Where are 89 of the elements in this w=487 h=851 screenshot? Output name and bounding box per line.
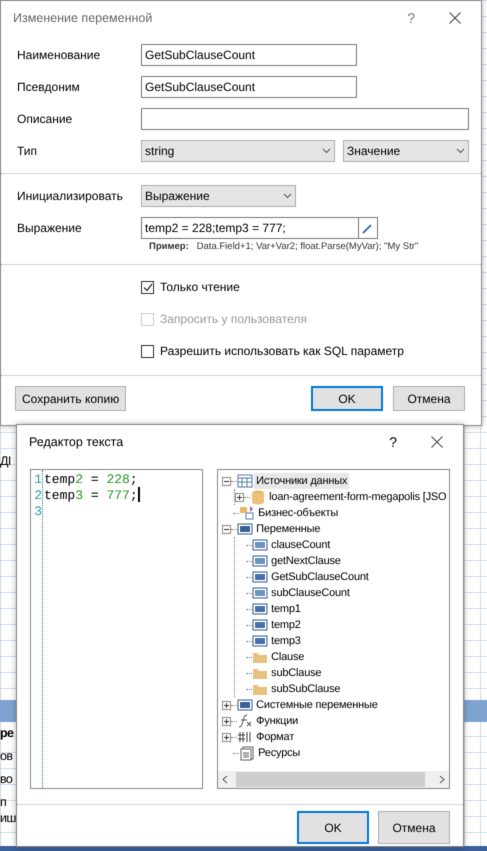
- checkbox-label: Разрешить использовать как SQL параметр: [160, 343, 404, 360]
- field-label: Тип: [17, 143, 38, 160]
- variable-icon: [237, 521, 254, 537]
- tree-item[interactable]: temp1: [269, 601, 303, 617]
- line-number: 3: [33, 503, 42, 518]
- expander-icon[interactable]: [222, 732, 232, 742]
- document-text: иш: [0, 812, 16, 824]
- field-label: Инициализировать: [17, 188, 124, 205]
- dropdown[interactable]: Значение: [343, 140, 469, 162]
- expander-icon[interactable]: [222, 700, 232, 710]
- checkbox-label: Только чтение: [160, 279, 240, 296]
- edit-button[interactable]: [359, 217, 378, 239]
- checkbox-label: Запросить у пользователя: [160, 311, 307, 328]
- tree-item[interactable]: Источники данных: [254, 473, 350, 489]
- help-button[interactable]: ?: [389, 432, 397, 452]
- tree-item[interactable]: Системные переменные: [254, 697, 380, 713]
- expander-icon[interactable]: [222, 716, 232, 726]
- tree-item[interactable]: subSubClause: [269, 681, 342, 697]
- objects-icon: [239, 505, 256, 521]
- tree-item[interactable]: loan-agreement-form-megapolis [JSO: [267, 489, 448, 505]
- hash-icon: [237, 729, 254, 745]
- tree-item[interactable]: temp2: [269, 617, 303, 633]
- variable-icon: [252, 601, 268, 617]
- variable-icon: [252, 617, 268, 633]
- field-label: Псевдоним: [17, 79, 81, 96]
- line-number: 2: [33, 487, 42, 502]
- variable-icon: [252, 585, 268, 601]
- document-text: п: [0, 796, 6, 808]
- help-button[interactable]: ?: [407, 8, 415, 28]
- close-icon[interactable]: [449, 12, 461, 24]
- variable-icon: [237, 697, 254, 713]
- variable-icon: [252, 569, 268, 585]
- text-field[interactable]: GetSubClauseCount: [141, 76, 357, 98]
- field-label: Выражение: [17, 220, 83, 237]
- tree-item[interactable]: Функции: [254, 713, 300, 729]
- tree-item[interactable]: Бизнес-объекты: [256, 505, 340, 521]
- tree-item[interactable]: subClauseCount: [269, 585, 352, 601]
- document-text: ов: [0, 750, 12, 762]
- caret-icon: [283, 193, 292, 199]
- text-field[interactable]: [141, 108, 469, 130]
- tree-item[interactable]: temp3: [269, 633, 303, 649]
- window-title: Изменение переменной: [13, 10, 152, 27]
- pencil-icon: [362, 222, 373, 234]
- tree-item[interactable]: Формат: [254, 729, 296, 745]
- database-icon: [250, 489, 266, 505]
- ok-button[interactable]: OK: [297, 811, 369, 844]
- text-field[interactable]: GetSubClauseCount: [141, 44, 357, 66]
- dropdown[interactable]: Выражение: [141, 185, 296, 207]
- tree-item[interactable]: Ресурсы: [256, 745, 302, 761]
- tree-item[interactable]: Clause: [269, 649, 306, 665]
- tree-item[interactable]: subClause: [269, 665, 324, 681]
- function-icon: [237, 713, 254, 729]
- line-number: 1: [33, 471, 42, 486]
- variable-icon: [252, 633, 268, 649]
- caret-icon: [322, 148, 331, 154]
- variable-icon: [252, 537, 268, 553]
- dialog-button[interactable]: Отмена: [393, 386, 465, 412]
- dropdown[interactable]: string: [141, 140, 335, 162]
- tree-item[interactable]: Переменные: [254, 521, 322, 537]
- expander-icon[interactable]: [222, 476, 232, 486]
- document-icon: [239, 745, 256, 761]
- dialog-button[interactable]: Сохранить копию: [15, 386, 126, 412]
- document-text: ре: [0, 727, 14, 740]
- horizontal-scrollbar[interactable]: [218, 771, 449, 788]
- code-line: temp2 = 228;: [44, 471, 139, 486]
- code-editor[interactable]: 1 2 3 temp2 = 228; temp3 = 777;: [30, 469, 204, 789]
- ok-button[interactable]: OK: [311, 386, 383, 412]
- tree-item[interactable]: getNextClause: [269, 553, 343, 569]
- caret-icon: [456, 148, 465, 154]
- scroll-right-icon[interactable]: [439, 775, 445, 784]
- table-icon: [237, 473, 254, 489]
- checkbox[interactable]: [141, 280, 154, 294]
- scroll-left-icon[interactable]: [222, 775, 228, 784]
- expander-icon[interactable]: [235, 492, 244, 502]
- field-label: Наименование: [17, 47, 102, 64]
- example-text: Пример: Data.Field+1; Var+Var2; float.Parse(MyVar); "My Str": [148, 240, 420, 254]
- document-text: ДI: [0, 455, 11, 468]
- tree-item[interactable]: GetSubClauseCount: [269, 569, 371, 585]
- variable-icon: [252, 553, 268, 569]
- expander-icon[interactable]: [222, 524, 232, 534]
- field-label: Описание: [17, 111, 74, 128]
- close-icon[interactable]: [431, 436, 443, 448]
- dialog-button[interactable]: Отмена: [378, 811, 450, 844]
- code-line: temp3 = 777;: [44, 486, 140, 502]
- tree-item[interactable]: clauseCount: [269, 537, 332, 553]
- expression-field[interactable]: temp2 = 228;temp3 = 777;: [141, 217, 359, 239]
- document-text: во: [0, 773, 12, 786]
- window-title: Редактор текста: [29, 434, 124, 451]
- checkbox[interactable]: [141, 344, 154, 358]
